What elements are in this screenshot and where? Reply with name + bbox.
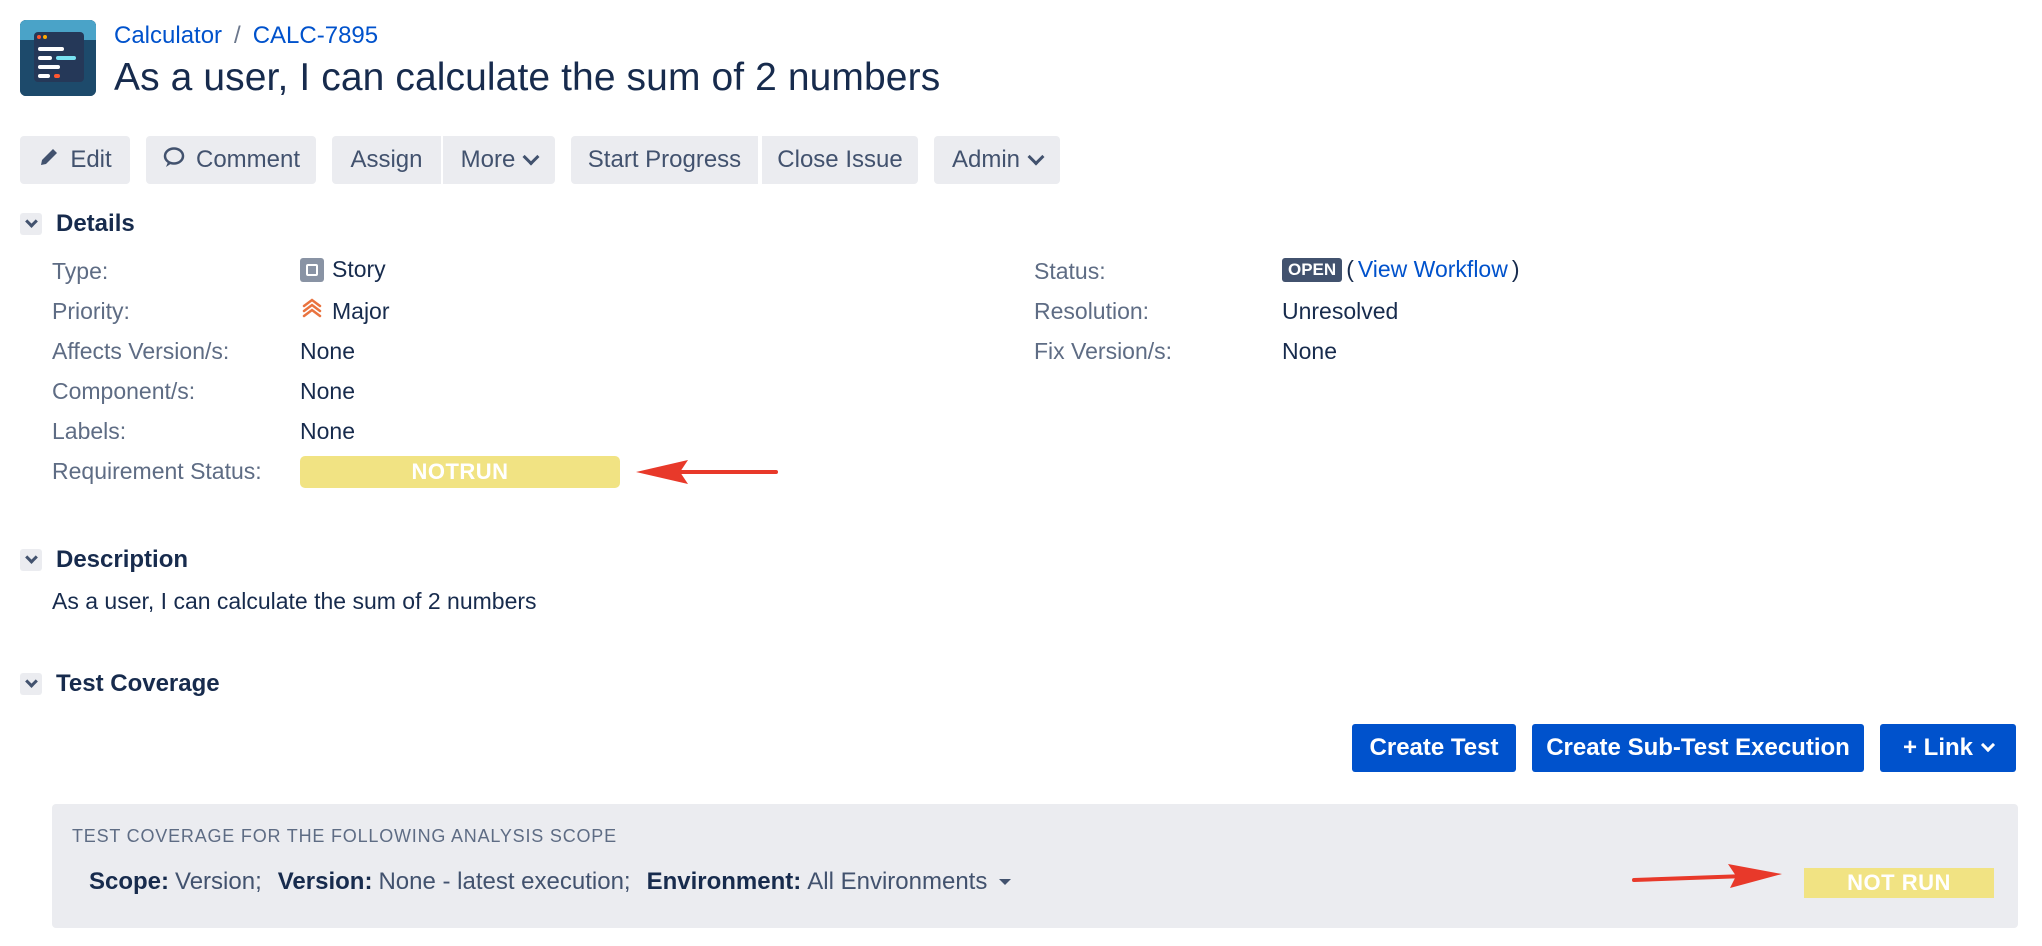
resolution-value: Unresolved bbox=[1282, 298, 1399, 324]
link-button-label: + Link bbox=[1902, 734, 1974, 761]
coverage-panel-title: TEST COVERAGE FOR THE FOLLOWING ANALYSIS… bbox=[72, 826, 617, 846]
start-progress-label: Start Progress bbox=[587, 146, 742, 173]
coverage-status-badge: NOT RUN bbox=[1804, 868, 1994, 898]
more-button[interactable]: More bbox=[443, 136, 555, 184]
more-button-label: More bbox=[460, 146, 516, 173]
details-heading: Details bbox=[56, 210, 135, 237]
chevron-down-icon bbox=[522, 148, 540, 166]
components-label: Component/s: bbox=[52, 378, 196, 404]
collapse-toggle-icon[interactable] bbox=[20, 673, 42, 695]
issue-title[interactable]: As a user, I can calculate the sum of 2 … bbox=[114, 56, 940, 100]
type-value-text: Story bbox=[332, 256, 386, 282]
breadcrumb-issue-link[interactable]: CALC-7895 bbox=[253, 22, 378, 50]
environment-value: All Environments bbox=[807, 868, 988, 895]
comment-button-label: Comment bbox=[195, 146, 301, 173]
paren-open: ( bbox=[1346, 256, 1354, 282]
breadcrumb-separator: / bbox=[234, 22, 241, 49]
create-sub-test-execution-button[interactable]: Create Sub-Test Execution bbox=[1532, 724, 1864, 772]
requirement-status-label: Requirement Status: bbox=[52, 458, 262, 484]
admin-button-label: Admin bbox=[951, 146, 1021, 173]
edit-button[interactable]: Edit bbox=[20, 136, 130, 184]
chevron-down-icon bbox=[1027, 148, 1045, 166]
test-coverage-heading: Test Coverage bbox=[56, 670, 220, 697]
start-progress-button[interactable]: Start Progress bbox=[571, 136, 758, 184]
comment-icon bbox=[162, 145, 186, 176]
test-coverage-section-header[interactable]: Test Coverage bbox=[20, 670, 220, 698]
breadcrumb-project-link[interactable]: Calculator bbox=[114, 22, 222, 50]
details-section-header[interactable]: Details bbox=[20, 210, 135, 238]
scope-label: Scope: bbox=[89, 868, 170, 895]
components-value: None bbox=[300, 378, 355, 404]
collapse-toggle-icon[interactable] bbox=[20, 213, 42, 235]
link-button[interactable]: + Link bbox=[1880, 724, 2016, 772]
chevron-down-icon bbox=[1980, 737, 1996, 753]
paren-close: ) bbox=[1511, 256, 1520, 282]
description-section-header[interactable]: Description bbox=[20, 546, 188, 574]
requirement-status-badge: NOTRUN bbox=[300, 456, 620, 488]
status-value: OPEN (View Workflow) bbox=[1282, 256, 1520, 283]
fix-versions-value: None bbox=[1282, 338, 1337, 364]
version-value: None - latest execution; bbox=[378, 868, 631, 895]
collapse-toggle-icon[interactable] bbox=[20, 549, 42, 571]
edit-button-label: Edit bbox=[70, 146, 112, 173]
close-issue-button[interactable]: Close Issue bbox=[762, 136, 918, 184]
view-workflow-link[interactable]: View Workflow bbox=[1358, 256, 1508, 283]
status-label: Status: bbox=[1034, 258, 1106, 284]
type-value: Story bbox=[300, 256, 386, 283]
assign-button-label: Assign bbox=[350, 146, 423, 173]
labels-label: Labels: bbox=[52, 418, 127, 444]
fix-versions-label: Fix Version/s: bbox=[1034, 338, 1173, 364]
priority-value: Major bbox=[300, 296, 390, 326]
labels-value: None bbox=[300, 418, 355, 444]
story-icon bbox=[300, 257, 324, 282]
resolution-label: Resolution: bbox=[1034, 298, 1150, 324]
affects-versions-label: Affects Version/s: bbox=[52, 338, 230, 364]
assign-button[interactable]: Assign bbox=[332, 136, 441, 184]
comment-button[interactable]: Comment bbox=[146, 136, 316, 184]
environment-label: Environment: bbox=[646, 868, 802, 895]
create-test-button[interactable]: Create Test bbox=[1352, 724, 1516, 772]
project-avatar[interactable] bbox=[20, 20, 96, 96]
annotation-arrow-left-icon bbox=[636, 460, 778, 484]
caret-down-icon bbox=[999, 879, 1012, 885]
close-issue-label: Close Issue bbox=[777, 146, 903, 173]
priority-value-text: Major bbox=[332, 297, 390, 324]
priority-major-icon bbox=[300, 296, 324, 326]
type-label: Type: bbox=[52, 258, 109, 284]
scope-value: Version; bbox=[175, 868, 262, 895]
pencil-icon bbox=[38, 146, 60, 175]
priority-label: Priority: bbox=[52, 298, 130, 324]
status-lozenge: OPEN bbox=[1282, 257, 1343, 282]
annotation-arrow-right-icon bbox=[1632, 864, 1782, 888]
breadcrumb: Calculator / CALC-7895 bbox=[114, 22, 378, 50]
admin-button[interactable]: Admin bbox=[934, 136, 1060, 184]
description-text[interactable]: As a user, I can calculate the sum of 2 … bbox=[52, 588, 537, 615]
analysis-scope-selector[interactable]: Scope: Version; Version: None - latest e… bbox=[89, 868, 1012, 896]
description-heading: Description bbox=[56, 546, 189, 573]
affects-versions-value: None bbox=[300, 338, 355, 364]
version-label: Version: bbox=[277, 868, 373, 895]
